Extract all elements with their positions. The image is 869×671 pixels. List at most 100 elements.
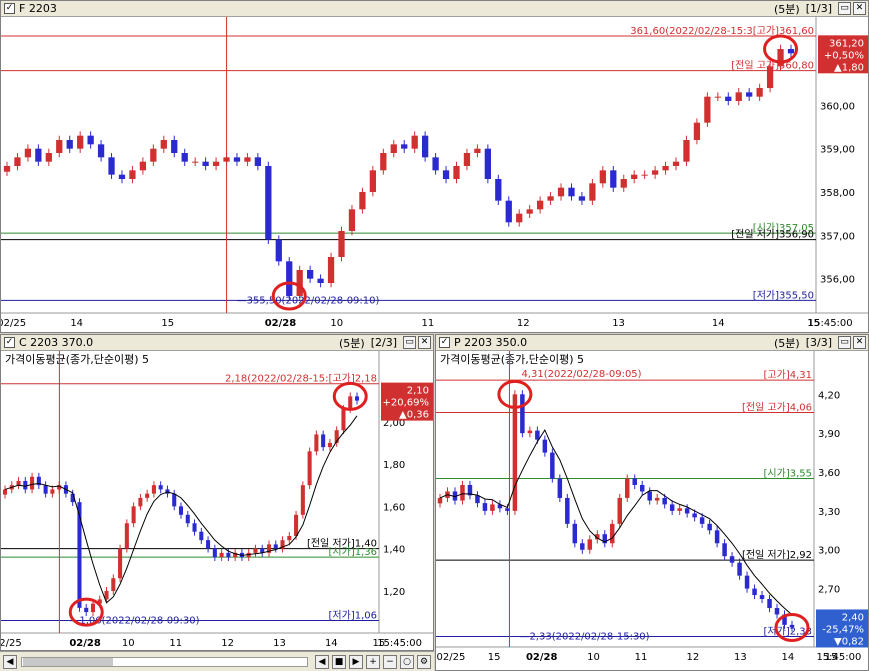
candle-body	[84, 607, 89, 613]
low-annotation: —2,33(2022/02/28-15:30)	[519, 632, 649, 643]
candle-body	[192, 161, 199, 163]
candle-body	[118, 548, 123, 579]
candle-body	[722, 543, 727, 557]
candle-body	[401, 144, 408, 149]
y-tick-label: 1,20	[383, 587, 405, 598]
candle-body	[547, 196, 554, 201]
y-tick-label: 359,00	[820, 145, 855, 156]
x-tick-label: 14	[712, 318, 725, 329]
pane-select-checkbox[interactable]: ✓	[4, 3, 15, 14]
play-icon[interactable]: ▶	[349, 654, 363, 669]
candle-body	[651, 170, 659, 175]
candle-body	[275, 239, 282, 262]
candle-body	[287, 535, 292, 541]
pane-select-checkbox[interactable]: ✓	[439, 337, 450, 348]
reference-line-label: [시가]3,55	[764, 468, 812, 480]
x-tick-label: 13	[273, 638, 286, 649]
candle-body	[199, 531, 204, 541]
candle-body	[725, 96, 732, 101]
candle-body	[759, 595, 765, 599]
x-tick-label: 10	[330, 318, 343, 329]
candle-body	[463, 153, 471, 166]
candle-body	[219, 552, 224, 558]
candle-body	[704, 96, 711, 123]
scroll-left-icon[interactable]: ◀	[3, 654, 17, 669]
high-annotation: 4,31(2022/02/28-09:05)	[521, 369, 641, 380]
reference-line-label: [전일 저가]356,90	[731, 229, 814, 241]
reference-line-label: [저가]1,06	[329, 610, 377, 622]
candle-body	[729, 556, 735, 563]
pane-titlebar: ✓ F 2203 (5분) [1/3] ▭ ✕	[1, 1, 868, 17]
candle-body	[348, 209, 356, 231]
candle-body	[314, 434, 319, 452]
maximize-icon[interactable]: ▭	[403, 336, 416, 349]
x-tick-label: 12	[687, 652, 700, 663]
candle-body	[578, 196, 586, 201]
low-annotation: —355,50(2022/02/28-09:10)	[237, 295, 380, 306]
close-icon[interactable]: ✕	[418, 336, 431, 349]
candle-body	[150, 148, 157, 162]
candle-body	[265, 166, 272, 240]
candle-body	[512, 394, 518, 511]
candle-body	[172, 493, 177, 507]
candle-body	[226, 552, 231, 558]
x-tick-label: 10	[587, 652, 600, 663]
candle-body	[490, 504, 495, 511]
candle-body	[482, 503, 488, 511]
y-tick-label: 3,60	[818, 468, 840, 479]
settings-icon[interactable]: ⚙	[417, 654, 431, 669]
current-change: ▲0,36	[399, 410, 429, 421]
x-tick-label: 14	[325, 638, 338, 649]
scroll-track[interactable]	[21, 656, 308, 667]
current-change: ▲1,80	[834, 62, 864, 73]
candle-body	[442, 170, 450, 179]
page-indicator: [3/3]	[805, 336, 832, 349]
zoom-in-icon[interactable]: +	[366, 654, 380, 669]
candle-body	[777, 49, 784, 67]
candle-body	[192, 523, 197, 532]
scroll-thumb[interactable]	[23, 657, 113, 666]
y-tick-label: 1,80	[383, 460, 405, 471]
candle-body	[752, 588, 757, 596]
candle-body	[23, 480, 28, 490]
candle-body	[692, 513, 697, 518]
x-tick-label: 10	[122, 638, 135, 649]
candle-body	[669, 504, 675, 511]
candle-body	[369, 170, 377, 192]
period-label: (5분)	[774, 336, 800, 350]
candle-body	[296, 270, 303, 296]
candle-body	[90, 603, 96, 613]
maximize-icon[interactable]: ▭	[838, 336, 851, 349]
maximize-icon[interactable]: ▭	[838, 2, 851, 15]
indicator-label: 가격이동평균(종가,단순이평) 5	[440, 353, 584, 366]
put-candlestick-chart: 가격이동평균(종가,단순이평) 5 2,70 3,00 3,30 3,60 3,90 4,2…	[436, 351, 868, 663]
x-tick-label: 14	[70, 318, 83, 329]
candle-body	[662, 166, 669, 171]
candle-body	[56, 140, 63, 153]
candle-body	[77, 502, 82, 608]
candle-body	[35, 148, 42, 162]
candle-body	[756, 88, 763, 97]
candle-body	[178, 506, 184, 515]
close-icon[interactable]: ✕	[853, 2, 866, 15]
pane-select-checkbox[interactable]: ✓	[4, 337, 15, 348]
candle-body	[520, 394, 525, 434]
close-icon[interactable]: ✕	[853, 336, 866, 349]
zoom-out-icon[interactable]: −	[383, 654, 397, 669]
candle-body	[223, 157, 230, 162]
candle-body	[735, 92, 742, 101]
call-candlestick-chart: 가격이동평균(종가,단순이평) 51,201,401,601,802,002,1…	[1, 351, 433, 649]
pane-titlebar: ✓ C 2203 370.0 (5분) [2/3] ▭ ✕	[1, 335, 433, 351]
moving-average-line	[439, 429, 793, 616]
candle-body	[744, 575, 750, 589]
play-back-icon[interactable]: ◀	[315, 654, 329, 669]
candle-body	[151, 485, 156, 494]
stop-icon[interactable]: ■	[332, 654, 346, 669]
candle-body	[185, 514, 190, 524]
zoom-reset-icon[interactable]: ○	[400, 654, 414, 669]
candle-body	[639, 484, 645, 492]
pane-title: C 2203 370.0	[19, 336, 94, 349]
x-tick-label: 02/28	[69, 638, 101, 649]
indicator-label: 가격이동평균(종가,단순이평) 5	[5, 353, 149, 366]
candle-body	[589, 183, 596, 201]
